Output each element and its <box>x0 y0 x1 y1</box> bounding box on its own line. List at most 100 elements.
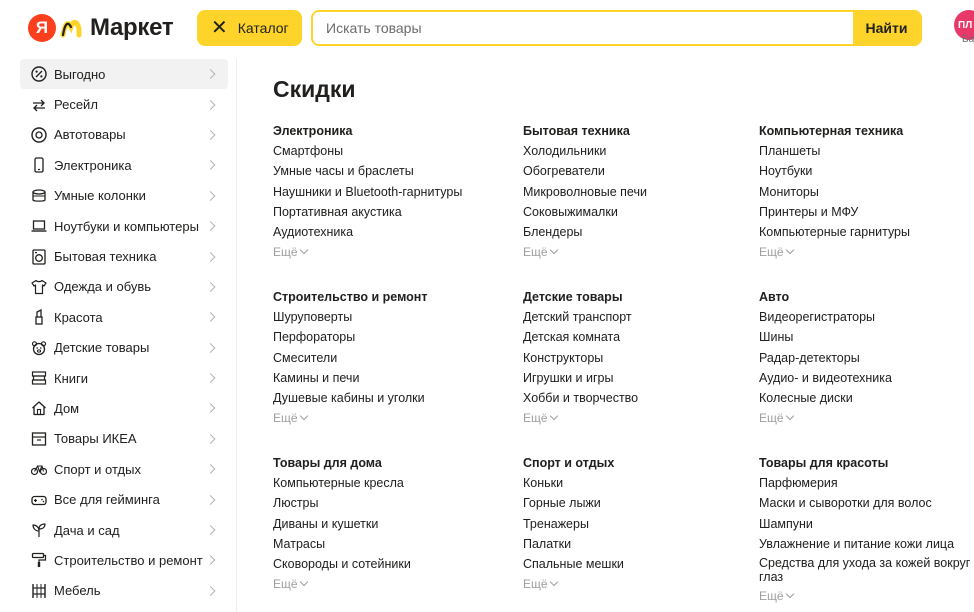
category-link[interactable]: Планшеты <box>759 143 974 163</box>
logo-text: Маркет <box>90 14 174 41</box>
category-link[interactable]: Умные часы и браслеты <box>273 163 493 183</box>
search-input[interactable] <box>313 12 853 44</box>
category-link[interactable]: Блендеры <box>523 224 743 244</box>
category-link[interactable]: Детская комната <box>523 329 743 349</box>
category-link[interactable]: Люстры <box>273 495 493 515</box>
category-block: Детские товары Детский транспорт Детская к… <box>523 289 743 426</box>
category-link[interactable]: Увлажнение и питание кожи лица <box>759 536 974 556</box>
category-link[interactable]: Шины <box>759 329 974 349</box>
category-link[interactable]: Компьютерные гарнитуры <box>759 224 974 244</box>
category-link[interactable]: Душевые кабины и уголки <box>273 390 493 410</box>
market-logo[interactable]: Я Маркет <box>28 14 174 42</box>
category-link[interactable]: Компьютерные кресла <box>273 475 493 495</box>
category-link[interactable]: Шуруповерты <box>273 309 493 329</box>
category-link[interactable]: Принтеры и МФУ <box>759 204 974 224</box>
category-link[interactable]: Соковыжималки <box>523 204 743 224</box>
category-link[interactable]: Видеорегистраторы <box>759 309 974 329</box>
category-title[interactable]: Товары для красоты <box>759 455 974 475</box>
category-link[interactable]: Колесные диски <box>759 390 974 410</box>
chevron-right-icon <box>205 525 216 535</box>
sidebar-item[interactable]: Дача и сад <box>20 515 236 545</box>
show-more-link[interactable]: Ещё <box>273 576 493 592</box>
category-link[interactable]: Смесители <box>273 350 493 370</box>
category-link[interactable]: Аудио- и видеотехника <box>759 370 974 390</box>
show-more-link[interactable]: Ещё <box>759 244 974 260</box>
sidebar-item[interactable]: Строительство и ремонт <box>20 545 236 575</box>
show-more-link[interactable]: Ещё <box>273 410 493 426</box>
catalog-button[interactable]: ✕ Каталог <box>197 10 302 46</box>
sidebar-item[interactable]: Автотовары <box>20 120 236 150</box>
category-link[interactable]: Смартфоны <box>273 143 493 163</box>
category-link[interactable]: Шампуни <box>759 516 974 536</box>
category-link[interactable]: Сковороды и сотейники <box>273 556 493 576</box>
category-link[interactable]: Матрасы <box>273 536 493 556</box>
category-link[interactable]: Парфюмерия <box>759 475 974 495</box>
category-link[interactable]: Горные лыжи <box>523 495 743 515</box>
sidebar-item[interactable]: Дом <box>20 393 236 423</box>
category-title[interactable]: Детские товары <box>523 289 743 309</box>
category-link[interactable]: Средства для ухода за кожей вокруг глаз <box>759 556 974 584</box>
category-link[interactable]: Коньки <box>523 475 743 495</box>
category-link[interactable]: Перфораторы <box>273 329 493 349</box>
sidebar-item-label: Умные колонки <box>54 188 146 204</box>
show-more-link[interactable]: Ещё <box>523 576 743 592</box>
sidebar-item[interactable]: Спорт и отдых <box>20 454 236 484</box>
sidebar-item[interactable]: Одежда и обувь <box>20 272 236 302</box>
category-link[interactable]: Детский транспорт <box>523 309 743 329</box>
category-link[interactable]: Мониторы <box>759 184 974 204</box>
category-title[interactable]: Товары для дома <box>273 455 493 475</box>
category-link[interactable]: Радар-детекторы <box>759 350 974 370</box>
sidebar-item[interactable]: Красота <box>20 302 236 332</box>
category-link[interactable]: Ноутбуки <box>759 163 974 183</box>
show-more-link[interactable]: Ещё <box>523 244 743 260</box>
category-link[interactable]: Портативная акустика <box>273 204 493 224</box>
category-link[interactable]: Хобби и творчество <box>523 390 743 410</box>
sidebar-item[interactable]: Ноутбуки и компьютеры <box>20 211 236 241</box>
show-more-link[interactable]: Ещё <box>273 244 493 260</box>
show-more-link[interactable]: Ещё <box>759 410 974 426</box>
category-link[interactable]: Наушники и Bluetooth-гарнитуры <box>273 184 493 204</box>
sidebar-item[interactable]: Все для гейминга <box>20 484 236 514</box>
category-title[interactable]: Электроника <box>273 123 493 143</box>
category-link[interactable]: Маски и сыворотки для волос <box>759 495 974 515</box>
category-title[interactable]: Спорт и отдых <box>523 455 743 475</box>
category-title[interactable]: Авто <box>759 289 974 309</box>
sidebar-item[interactable]: Выгодно <box>20 59 228 90</box>
sidebar-item[interactable]: Ресейл <box>20 89 236 119</box>
sidebar-item-label: Ноутбуки и компьютеры <box>54 218 199 234</box>
show-more-label: Ещё <box>759 411 784 426</box>
search-bar: Найти <box>311 10 922 46</box>
category-link[interactable]: Камины и печи <box>273 370 493 390</box>
category-title[interactable]: Строительство и ремонт <box>273 289 493 309</box>
show-more-link[interactable]: Ещё <box>523 410 743 426</box>
search-button[interactable]: Найти <box>853 12 920 44</box>
lipstick-icon <box>30 309 47 326</box>
sidebar-item[interactable]: Бытовая техника <box>20 241 236 271</box>
category-link[interactable]: Диваны и кушетки <box>273 516 493 536</box>
gamepad-icon <box>30 491 47 508</box>
chevron-down-icon <box>299 412 308 421</box>
category-link[interactable]: Обогреватели <box>523 163 743 183</box>
category-link[interactable]: Спальные мешки <box>523 556 743 576</box>
sidebar-item[interactable]: Мебель <box>20 576 236 606</box>
sidebar-item[interactable]: Детские товары <box>20 333 236 363</box>
sidebar-item[interactable]: Умные колонки <box>20 181 236 211</box>
category-title[interactable]: Бытовая техника <box>523 123 743 143</box>
sidebar-item[interactable]: Электроника <box>20 150 236 180</box>
chevron-right-icon <box>205 464 216 475</box>
category-title[interactable]: Компьютерная техника <box>759 123 974 143</box>
category-link[interactable]: Тренажеры <box>523 516 743 536</box>
chevron-right-icon <box>205 403 216 414</box>
category-link[interactable]: Холодильники <box>523 143 743 163</box>
category-link[interactable]: Конструкторы <box>523 350 743 370</box>
sidebar-item[interactable]: Товары ИКЕА <box>20 424 236 454</box>
tire-icon <box>30 126 47 143</box>
show-more-label: Ещё <box>523 411 548 426</box>
category-link[interactable]: Аудиотехника <box>273 224 493 244</box>
sidebar-item[interactable]: Книги <box>20 363 236 393</box>
close-icon: ✕ <box>211 17 228 39</box>
show-more-link[interactable]: Ещё <box>759 588 974 604</box>
category-link[interactable]: Микроволновые печи <box>523 184 743 204</box>
category-link[interactable]: Игрушки и игры <box>523 370 743 390</box>
category-link[interactable]: Палатки <box>523 536 743 556</box>
